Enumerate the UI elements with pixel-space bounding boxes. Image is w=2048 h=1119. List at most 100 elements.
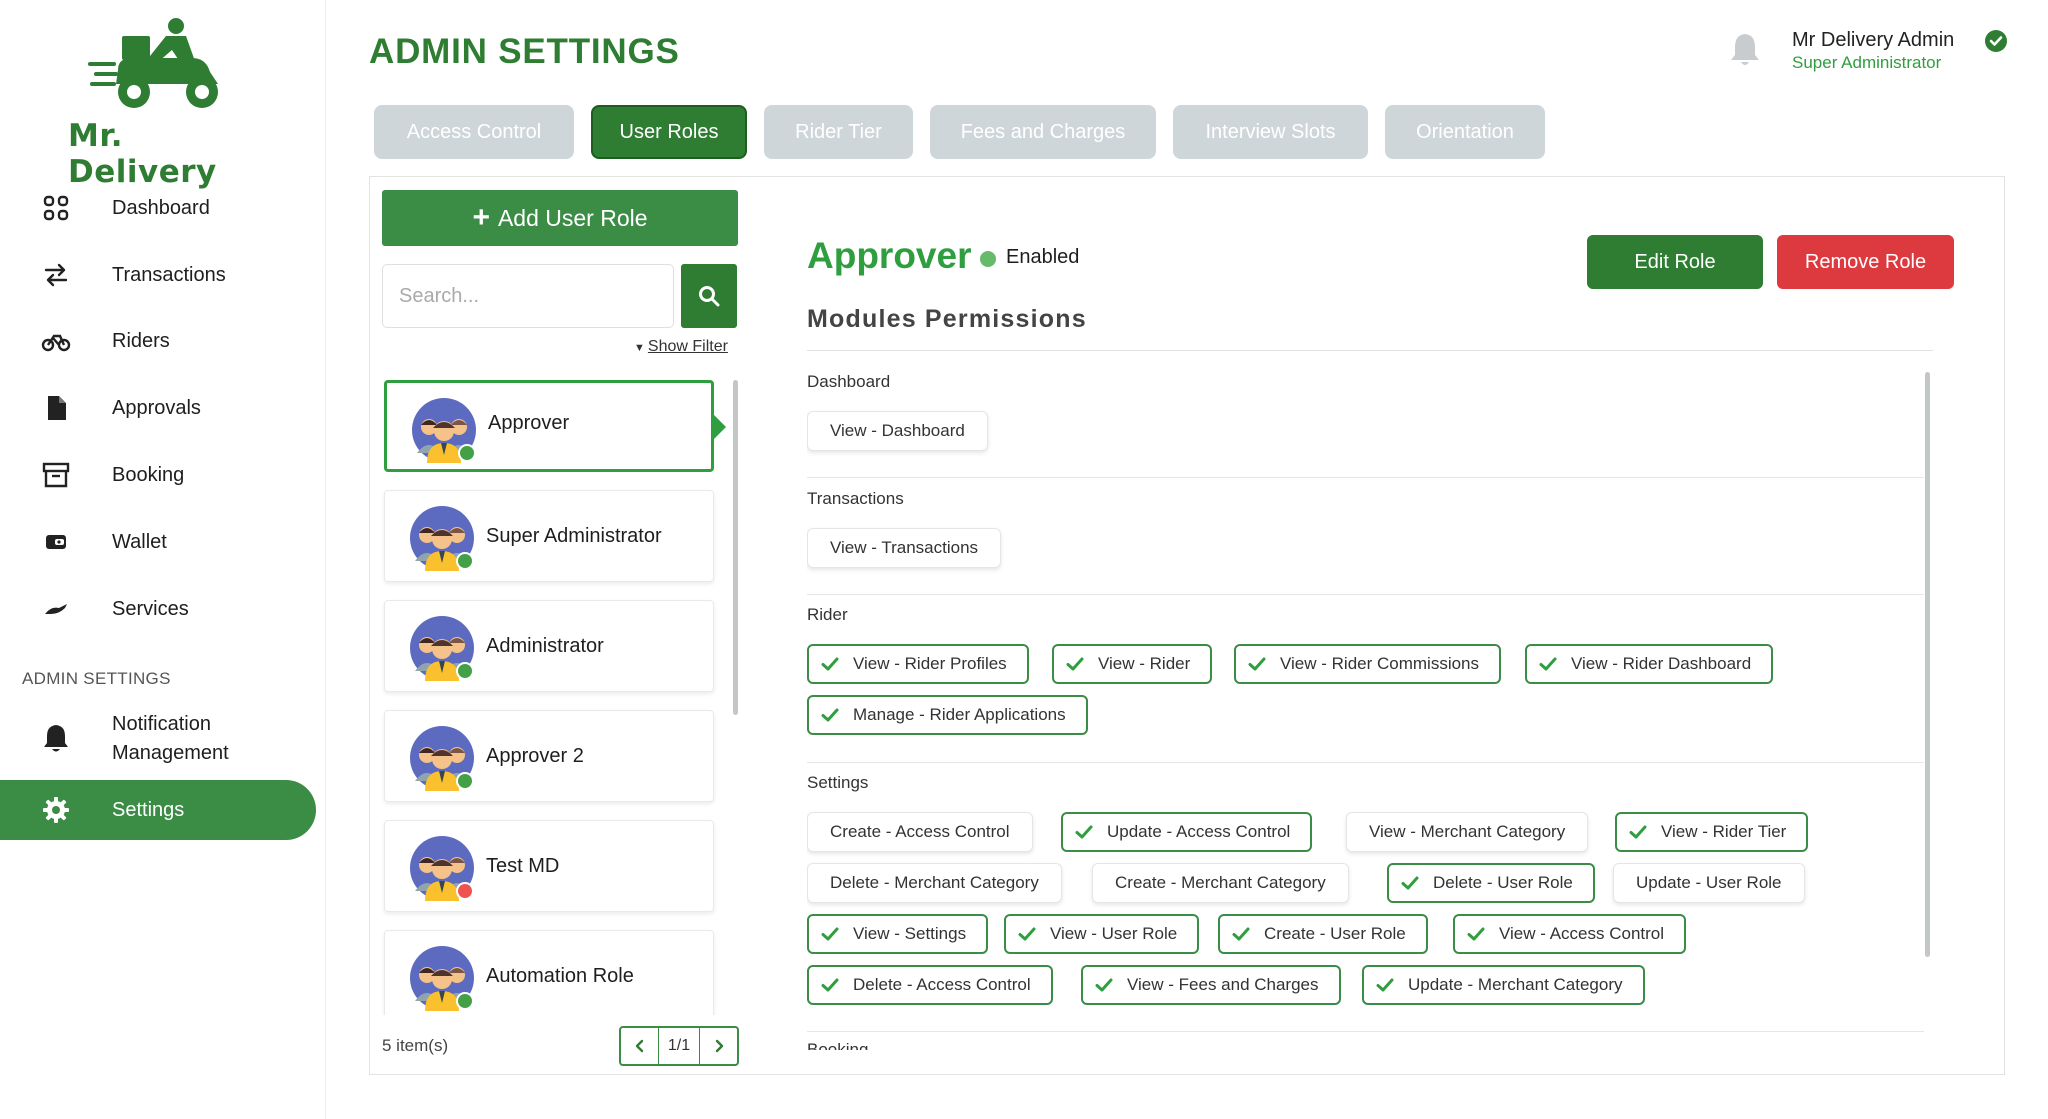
role-avatar-icon — [409, 615, 475, 681]
permission-chip[interactable]: View - Merchant Category — [1346, 812, 1589, 852]
sidebar-item-label: Transactions — [112, 263, 226, 286]
module-label-dashboard: Dashboard — [807, 372, 891, 391]
permission-chip[interactable]: Delete - Merchant Category — [807, 863, 1062, 903]
role-search-input[interactable] — [382, 264, 674, 328]
sidebar-item-notification-management[interactable]: Notification Management — [0, 706, 316, 770]
add-user-role-button[interactable]: + Add User Role — [382, 190, 738, 246]
permissions-area: Dashboard View - Dashboard Transactions … — [807, 372, 1933, 1050]
permission-label: View - Rider Dashboard — [1571, 654, 1752, 673]
swap-arrows-icon — [40, 259, 72, 291]
permission-chip[interactable]: View - Rider — [1052, 644, 1213, 684]
check-icon — [1376, 978, 1394, 992]
permission-chip[interactable]: Create - Access Control — [807, 812, 1033, 852]
role-list-item[interactable]: Automation Role — [384, 930, 714, 1015]
search-button[interactable] — [681, 264, 737, 328]
tab-user-roles[interactable]: User Roles — [591, 105, 747, 159]
role-avatar-icon — [409, 505, 475, 571]
permission-label: View - Fees and Charges — [1127, 975, 1319, 994]
permission-chip[interactable]: View - Rider Commissions — [1234, 644, 1502, 684]
gear-icon — [40, 794, 72, 826]
sidebar-item-approvals[interactable]: Approvals — [0, 378, 316, 438]
permission-chip[interactable]: Delete - User Role — [1387, 863, 1595, 903]
permission-chip[interactable]: View - Rider Profiles — [807, 644, 1029, 684]
role-list-item[interactable]: Approver 2 — [384, 710, 714, 802]
sidebar-item-riders[interactable]: Riders — [0, 311, 316, 371]
permissions-scrollbar[interactable] — [1925, 372, 1930, 957]
module-label-settings: Settings — [807, 773, 869, 792]
permission-label: Create - Merchant Category — [1115, 873, 1326, 892]
tab-fees-and-charges[interactable]: Fees and Charges — [930, 105, 1156, 159]
user-role: Super Administrator — [1792, 53, 1942, 72]
role-list-item[interactable]: Super Administrator — [384, 490, 714, 582]
permission-chip[interactable]: Update - User Role — [1613, 863, 1805, 903]
tab-access-control[interactable]: Access Control — [374, 105, 574, 159]
sidebar-item-label: Riders — [112, 329, 170, 352]
show-filter-link[interactable]: ▼ Show Filter — [634, 338, 728, 356]
tab-interview-slots[interactable]: Interview Slots — [1173, 105, 1368, 159]
sidebar-item-label: Wallet — [112, 530, 167, 553]
permission-label: Delete - Access Control — [853, 975, 1031, 994]
sidebar-item-label-line2: Management — [112, 742, 229, 764]
permission-label: View - Rider Tier — [1661, 822, 1787, 841]
role-list-item[interactable]: Approver — [384, 380, 714, 472]
permission-chip[interactable]: View - Fees and Charges — [1081, 965, 1341, 1005]
edit-role-button[interactable]: Edit Role — [1587, 235, 1763, 289]
check-icon — [821, 708, 839, 722]
permission-chip[interactable]: View - User Role — [1004, 914, 1200, 954]
permission-chip[interactable]: View - Rider Tier — [1615, 812, 1809, 852]
tab-orientation[interactable]: Orientation — [1385, 105, 1545, 159]
permission-chip[interactable]: View - Access Control — [1453, 914, 1687, 954]
show-filter-label: Show Filter — [647, 338, 728, 355]
permission-chip[interactable]: View - Settings — [807, 914, 989, 954]
permission-chip[interactable]: View - Dashboard — [807, 411, 988, 451]
sidebar-item-booking[interactable]: Booking — [0, 445, 316, 505]
permission-label: View - Rider Commissions — [1280, 654, 1480, 673]
role-name: Approver 2 — [486, 744, 584, 767]
check-icon — [1467, 927, 1485, 941]
brand-logo[interactable]: Mr. Delivery — [66, 18, 262, 190]
permission-chip[interactable]: View - Transactions — [807, 528, 1002, 568]
permission-label: Create - Access Control — [830, 822, 1010, 841]
permission-chip[interactable]: Manage - Rider Applications — [807, 695, 1088, 735]
roles-list-scrollbar[interactable] — [733, 380, 738, 715]
permission-label: View - Access Control — [1499, 924, 1665, 943]
permission-chip[interactable]: Update - Merchant Category — [1362, 965, 1645, 1005]
remove-role-button[interactable]: Remove Role — [1777, 235, 1954, 289]
sidebar-item-transactions[interactable]: Transactions — [0, 245, 316, 305]
motorbike-icon — [40, 325, 72, 357]
user-name[interactable]: Mr Delivery Admin — [1792, 29, 1954, 52]
selected-role-title: Approver — [807, 235, 972, 276]
check-icon — [1075, 825, 1093, 839]
check-icon — [1248, 657, 1266, 671]
bell-icon — [40, 722, 72, 754]
permission-chip[interactable]: Create - User Role — [1218, 914, 1428, 954]
tab-rider-tier[interactable]: Rider Tier — [764, 105, 913, 159]
permission-chip[interactable]: View - Rider Dashboard — [1525, 644, 1774, 684]
role-name: Administrator — [486, 634, 604, 657]
selected-role-pointer — [714, 415, 726, 439]
permission-label: View - Dashboard — [830, 421, 965, 440]
add-user-role-label: Add User Role — [497, 204, 648, 231]
sidebar: Mr. Delivery Dashboard Transactions Ride… — [0, 0, 326, 1119]
permission-chip[interactable]: Delete - Access Control — [807, 965, 1053, 1005]
divider — [807, 350, 1933, 351]
notifications-bell-icon[interactable] — [1728, 30, 1762, 68]
role-avatar-icon — [409, 945, 475, 1011]
permission-chip[interactable]: Create - Merchant Category — [1092, 863, 1349, 903]
module-label-rider: Rider — [807, 605, 848, 624]
role-list-item[interactable]: Test MD — [384, 820, 714, 912]
prev-page-button[interactable] — [621, 1028, 658, 1064]
sidebar-item-services[interactable]: Services — [0, 579, 316, 639]
role-status: Enabled — [1006, 246, 1080, 268]
role-list-item[interactable]: Administrator — [384, 600, 714, 692]
sidebar-item-wallet[interactable]: Wallet — [0, 512, 316, 572]
sidebar-item-dashboard[interactable]: Dashboard — [0, 178, 316, 238]
sidebar-item-label: Booking — [112, 463, 185, 486]
sidebar-item-settings[interactable]: Settings — [0, 780, 316, 840]
permission-chip[interactable]: Update - Access Control — [1061, 812, 1313, 852]
role-name: Automation Role — [486, 964, 634, 987]
page-indicator: 1/1 — [658, 1028, 700, 1064]
next-page-button[interactable] — [700, 1028, 737, 1064]
permission-label: Manage - Rider Applications — [853, 705, 1066, 724]
chevron-right-icon — [715, 1039, 723, 1053]
